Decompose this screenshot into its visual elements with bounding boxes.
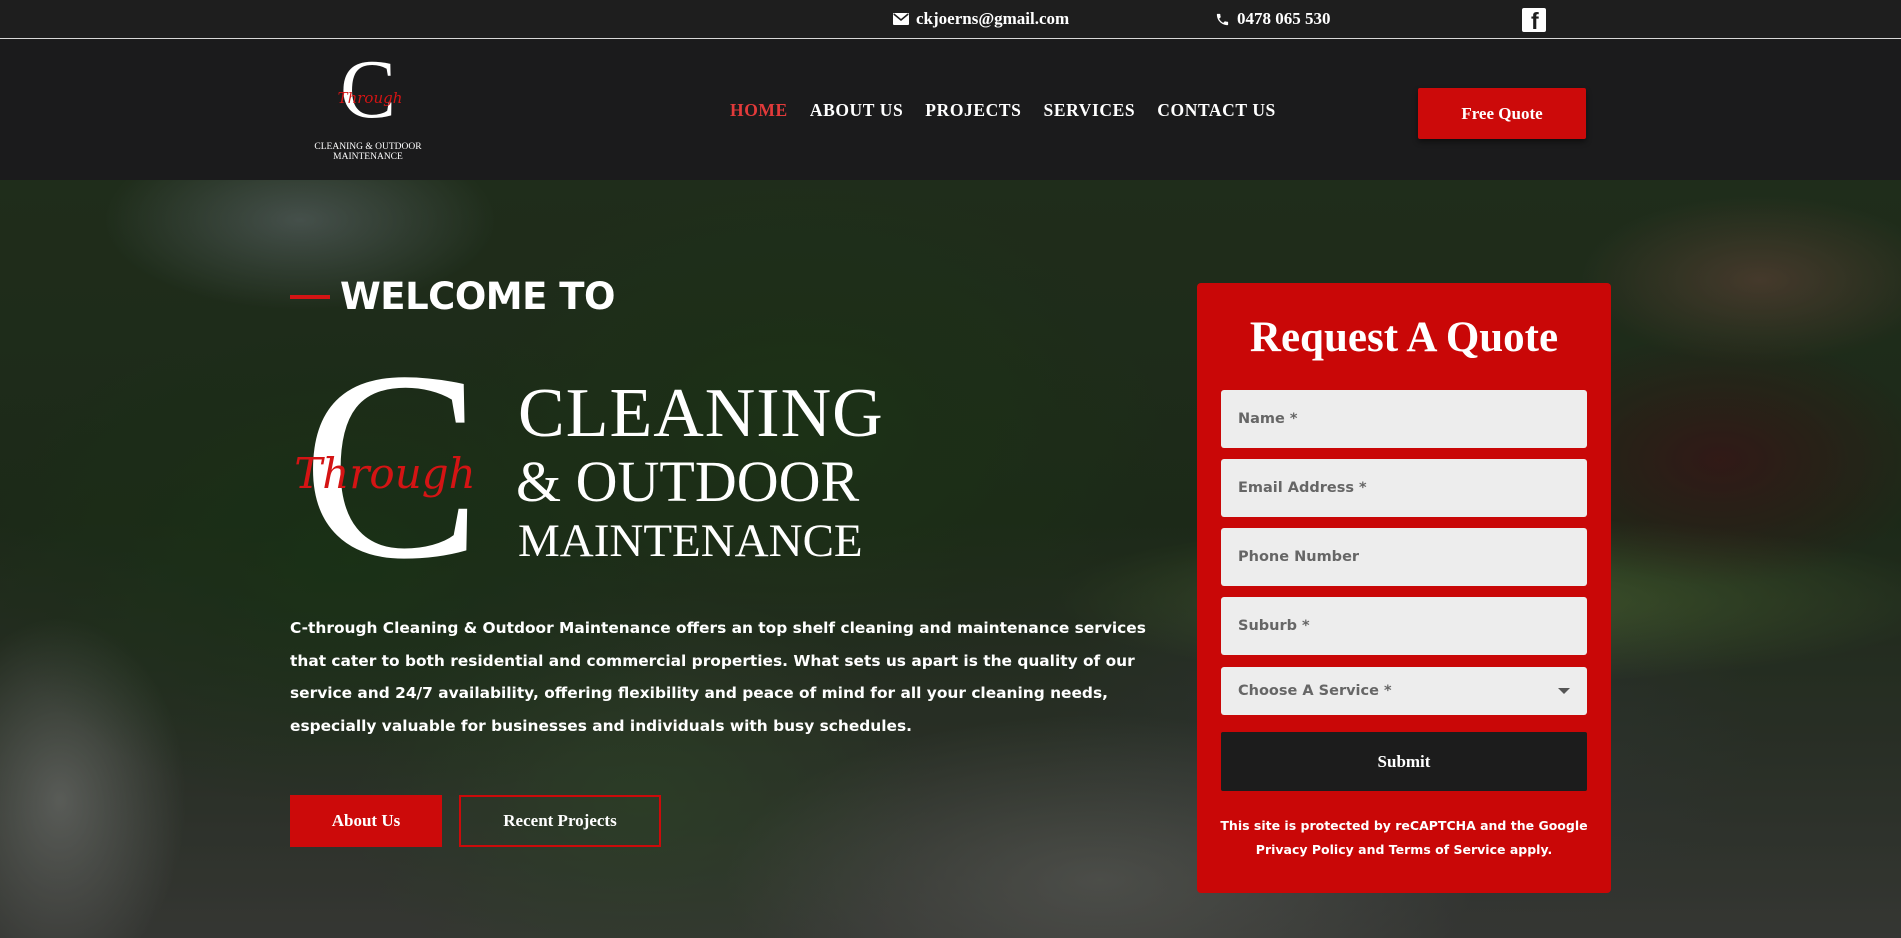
hero-section: WELCOME TO C Through CLEANING & OUTDOOR … xyxy=(0,180,1901,938)
phone-text: 0478 065 530 xyxy=(1237,9,1331,28)
top-bar: ckjoerns@gmail.com 0478 065 530 f xyxy=(0,0,1901,39)
envelope-icon xyxy=(893,13,909,25)
logo-text-line1: CLEANING & OUTDOOR xyxy=(314,142,422,152)
request-quote-form: Request A Quote Choose A Service * Submi… xyxy=(1197,283,1611,893)
terms-of-service-link[interactable]: Terms of Service xyxy=(1389,842,1506,857)
topbar-email[interactable]: ckjoerns@gmail.com xyxy=(893,0,1069,38)
hero-logo-script: Through xyxy=(294,449,475,498)
heading-accent-line xyxy=(290,294,330,299)
name-field[interactable] xyxy=(1221,390,1587,448)
suburb-field[interactable] xyxy=(1221,597,1587,655)
hero-logo-line1: CLEANING xyxy=(518,375,884,452)
apply-text: apply. xyxy=(1509,842,1553,857)
chevron-down-icon xyxy=(1558,688,1570,694)
service-select[interactable]: Choose A Service * xyxy=(1221,667,1587,715)
submit-button[interactable]: Submit xyxy=(1221,732,1587,791)
service-select-value: Choose A Service * xyxy=(1238,683,1392,699)
hero-logo-line3: MAINTENANCE xyxy=(518,515,863,567)
nav-contact-us[interactable]: CONTACT US xyxy=(1157,100,1276,121)
nav-projects[interactable]: PROJECTS xyxy=(925,100,1021,121)
hero-logo: C Through CLEANING & OUTDOOR MAINTENANCE xyxy=(294,358,884,568)
site-logo[interactable]: C Through CLEANING & OUTDOOR MAINTENANCE xyxy=(312,55,425,167)
logo-text-line2: MAINTENANCE xyxy=(333,152,403,162)
nav-services[interactable]: SERVICES xyxy=(1044,100,1136,121)
main-nav: HOME ABOUT US PROJECTS SERVICES CONTACT … xyxy=(730,40,1276,180)
hero-logo-line2: & OUTDOOR xyxy=(516,449,859,514)
email-text: ckjoerns@gmail.com xyxy=(916,9,1070,28)
and-text: and xyxy=(1358,842,1385,857)
recaptcha-notice: This site is protected by reCAPTCHA and … xyxy=(1197,814,1611,862)
free-quote-button[interactable]: Free Quote xyxy=(1418,88,1586,139)
recaptcha-line1: This site is protected by reCAPTCHA and … xyxy=(1220,818,1588,833)
about-us-button[interactable]: About Us xyxy=(290,795,442,847)
privacy-policy-link[interactable]: Privacy Policy xyxy=(1256,842,1354,857)
phone-icon xyxy=(1216,13,1229,25)
hero-description: C-through Cleaning & Outdoor Maintenance… xyxy=(290,619,1146,735)
nav-about-us[interactable]: ABOUT US xyxy=(810,100,903,121)
recent-projects-button[interactable]: Recent Projects xyxy=(459,795,661,847)
nav-home[interactable]: HOME xyxy=(730,100,788,121)
welcome-heading: WELCOME TO xyxy=(290,275,615,318)
phone-field[interactable] xyxy=(1221,528,1587,586)
topbar-phone[interactable]: 0478 065 530 xyxy=(1215,0,1331,38)
quote-form-title: Request A Quote xyxy=(1249,314,1559,361)
email-field[interactable] xyxy=(1221,459,1587,517)
logo-script: Through xyxy=(338,89,403,107)
facebook-icon[interactable]: f xyxy=(1522,8,1546,33)
main-header: C Through CLEANING & OUTDOOR MAINTENANCE… xyxy=(0,40,1901,180)
welcome-text: WELCOME TO xyxy=(340,275,615,318)
